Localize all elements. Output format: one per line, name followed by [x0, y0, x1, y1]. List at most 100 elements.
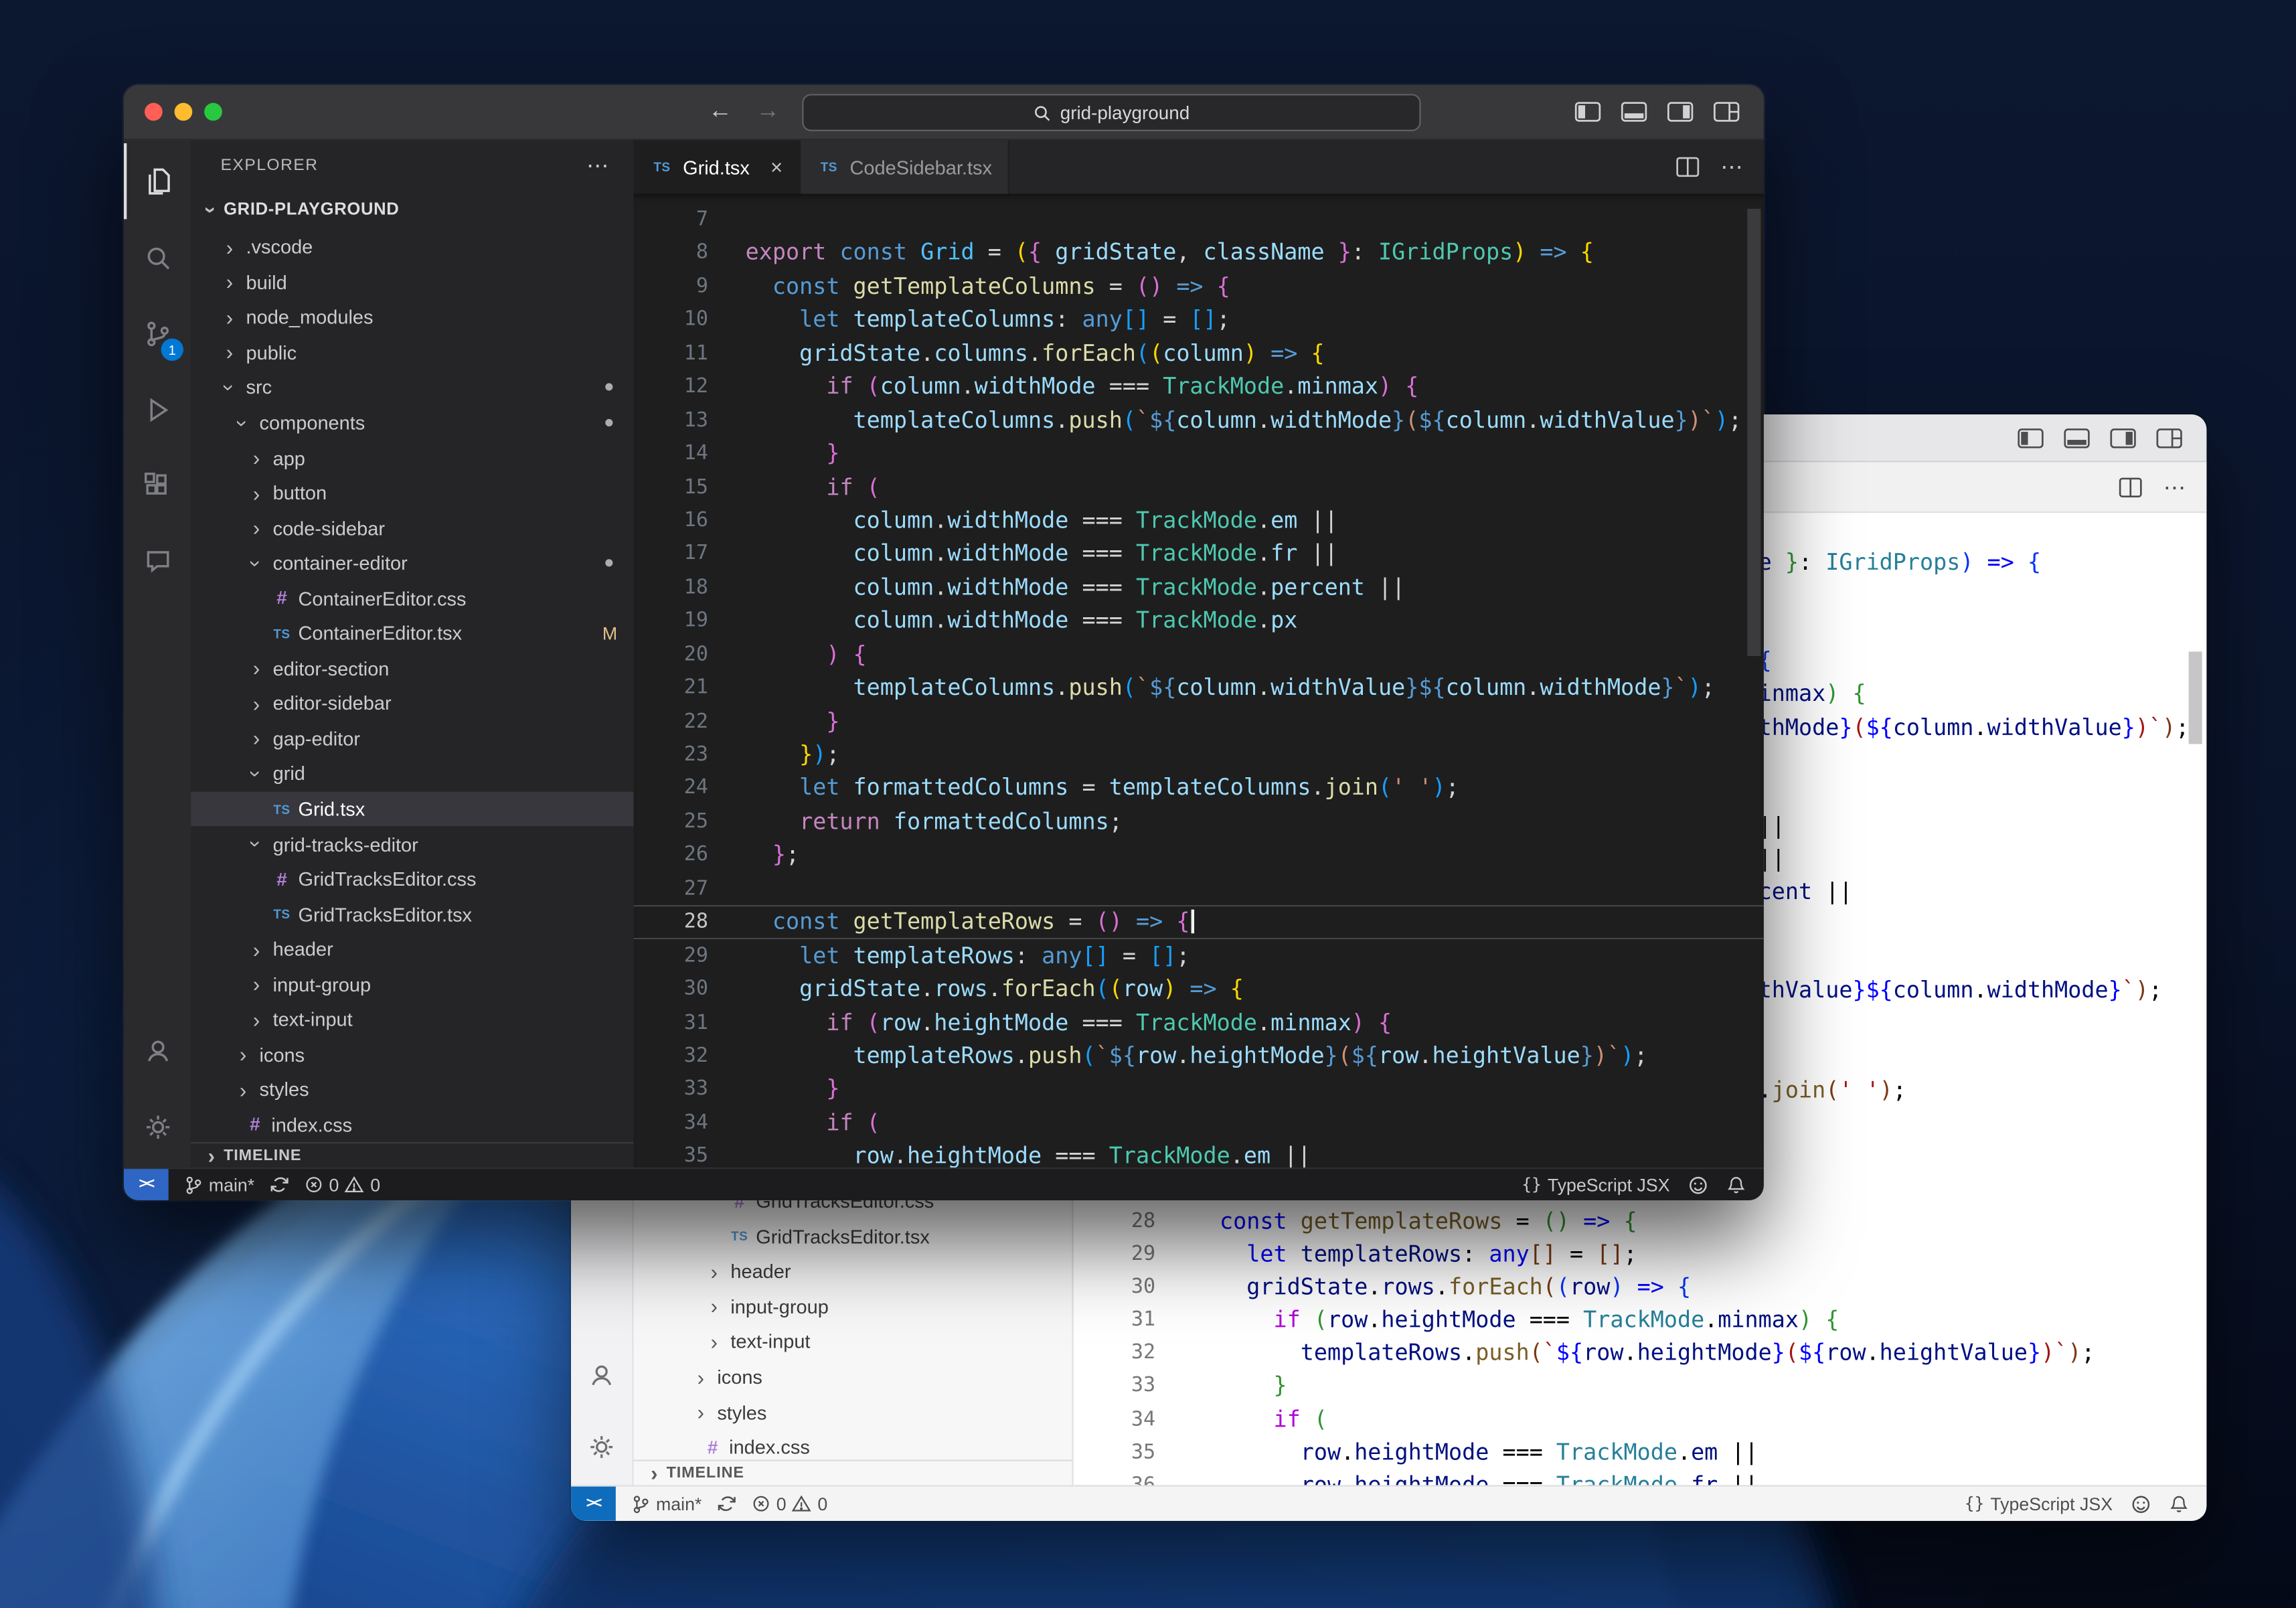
more-actions-icon[interactable]: ⋯	[1720, 153, 1742, 181]
tree-item-src[interactable]: › src	[191, 370, 633, 405]
layout-sidebar-right-icon[interactable]	[1667, 101, 1694, 122]
tree-item-GridTracksEditor.css[interactable]: # GridTracksEditor.css	[191, 862, 633, 896]
tree-item-public[interactable]: › public	[191, 335, 633, 370]
tree-item-input-group[interactable]: › input-group	[191, 967, 633, 1001]
code-line-10[interactable]: 10 let templateColumns: any[] = [];	[634, 303, 1764, 337]
code-line-7[interactable]: 7	[634, 203, 1764, 236]
tree-item-styles[interactable]: › styles	[634, 1394, 1072, 1429]
code-line-24[interactable]: 24 let formattedColumns = templateColumn…	[634, 771, 1764, 805]
code-line-18[interactable]: 18 column.widthMode === TrackMode.percen…	[634, 571, 1764, 605]
code-line-17[interactable]: 17 column.widthMode === TrackMode.fr ||	[634, 538, 1764, 571]
settings-gear-button[interactable]	[571, 1411, 632, 1482]
zoom-window-button[interactable]	[204, 102, 222, 121]
tree-item-grid[interactable]: › grid	[191, 756, 633, 791]
tree-item-ContainerEditor.tsx[interactable]: TS ContainerEditor.tsx M	[191, 616, 633, 651]
code-line-23[interactable]: 23 });	[634, 738, 1764, 771]
tree-item-code-sidebar[interactable]: › code-sidebar	[191, 511, 633, 546]
code-line-25[interactable]: 25 return formattedColumns;	[634, 805, 1764, 838]
code-line-12[interactable]: 12 if (column.widthMode === TrackMode.mi…	[634, 370, 1764, 404]
code-line-28[interactable]: 28 const getTemplateRows = () => {	[1074, 1205, 2207, 1238]
layout-sidebar-left-icon[interactable]	[1574, 101, 1601, 122]
close-window-button[interactable]	[145, 102, 163, 121]
tree-item-index.css[interactable]: # index.css	[191, 1107, 633, 1142]
navigate-forward-button[interactable]: →	[756, 98, 780, 125]
more-actions-icon[interactable]: ⋯	[2163, 473, 2186, 500]
tree-item-app[interactable]: › app	[191, 440, 633, 475]
code-line-35[interactable]: 35 row.heightMode === TrackMode.em ||	[634, 1139, 1764, 1168]
code-line-32[interactable]: 32 templateRows.push(`${row.heightMode}(…	[634, 1039, 1764, 1072]
editor-scrollbar[interactable]	[2188, 651, 2202, 744]
code-line-32[interactable]: 32 templateRows.push(`${row.heightMode}(…	[1074, 1336, 2207, 1369]
code-line-35[interactable]: 35 row.heightMode === TrackMode.em ||	[1074, 1435, 2207, 1468]
search-activity-button[interactable]	[124, 219, 191, 295]
notifications-bell-icon[interactable]	[1726, 1174, 1746, 1195]
explorer-more-actions-icon[interactable]: ⋯	[586, 152, 610, 179]
settings-gear-button[interactable]	[124, 1089, 191, 1165]
layout-sidebar-left-icon[interactable]	[2017, 427, 2044, 448]
feedback-smiley-icon[interactable]	[2131, 1494, 2151, 1514]
code-line-30[interactable]: 30 gridState.rows.forEach((row) => {	[1074, 1271, 2207, 1303]
tree-item-button[interactable]: › button	[191, 475, 633, 510]
code-line-13[interactable]: 13 templateColumns.push(`${column.widthM…	[634, 404, 1764, 437]
code-line-33[interactable]: 33 }	[1074, 1370, 2207, 1402]
layout-panel-icon[interactable]	[1621, 101, 1647, 122]
timeline-section[interactable]: › TIMELINE	[191, 1142, 634, 1168]
timeline-section[interactable]: › TIMELINE	[633, 1459, 1072, 1485]
code-line-9[interactable]: 9 const getTemplateColumns = () => {	[634, 270, 1764, 303]
code-line-29[interactable]: 29 let templateRows: any[] = [];	[634, 939, 1764, 972]
code-line-28[interactable]: 28 const getTemplateRows = () => {	[634, 905, 1764, 939]
tree-item-grid-tracks-editor[interactable]: › grid-tracks-editor	[191, 827, 633, 862]
branch-status[interactable]: main*	[631, 1494, 702, 1514]
account-button[interactable]	[124, 1012, 191, 1089]
close-tab-icon[interactable]: ×	[770, 155, 783, 179]
code-line-31[interactable]: 31 if (row.heightMode === TrackMode.minm…	[1074, 1303, 2207, 1336]
code-line-22[interactable]: 22 }	[634, 705, 1764, 738]
split-editor-icon[interactable]	[1675, 157, 1700, 177]
code-line-33[interactable]: 33 }	[634, 1072, 1764, 1106]
layout-sidebar-right-icon[interactable]	[2110, 427, 2137, 448]
tree-item-editor-section[interactable]: › editor-section	[191, 651, 633, 686]
command-center-search[interactable]: grid-playground	[802, 94, 1421, 131]
layout-panel-icon[interactable]	[2064, 427, 2090, 448]
code-line-27[interactable]: 27	[634, 872, 1764, 905]
remote-indicator[interactable]: ><	[123, 1169, 169, 1200]
sync-status[interactable]	[269, 1175, 289, 1194]
tree-item-header[interactable]: › header	[191, 932, 633, 967]
remote-indicator[interactable]: ><	[571, 1486, 616, 1521]
language-mode[interactable]: {} TypeScript JSX	[1965, 1494, 2113, 1514]
tree-item-icons[interactable]: › icons	[191, 1037, 633, 1072]
problems-status[interactable]: 0 0	[751, 1494, 827, 1514]
code-line-36[interactable]: 36 row.heightMode === TrackMode.fr ||	[1074, 1468, 2207, 1485]
tree-item-Grid.tsx[interactable]: TS Grid.tsx	[191, 791, 634, 827]
code-line-20[interactable]: 20 ) {	[634, 638, 1764, 671]
problems-status[interactable]: 0 0	[304, 1174, 380, 1195]
language-mode[interactable]: {} TypeScript JSX	[1522, 1174, 1669, 1195]
navigate-back-button[interactable]: ←	[708, 98, 732, 125]
tree-item-text-input[interactable]: › text-input	[634, 1324, 1072, 1359]
code-line-26[interactable]: 26 };	[634, 838, 1764, 872]
feedback-smiley-icon[interactable]	[1688, 1174, 1708, 1195]
code-line-30[interactable]: 30 gridState.rows.forEach((row) => {	[634, 972, 1764, 1006]
code-line-21[interactable]: 21 templateColumns.push(`${column.widthV…	[634, 671, 1764, 705]
split-editor-icon[interactable]	[2119, 477, 2143, 497]
tree-item-node_modules[interactable]: › node_modules	[191, 300, 633, 335]
extensions-activity-button[interactable]	[124, 447, 191, 524]
customize-layout-icon[interactable]	[1713, 101, 1740, 122]
tree-item-icons[interactable]: › icons	[634, 1360, 1072, 1394]
tab-grid-tsx[interactable]: TS Grid.tsx ×	[633, 140, 801, 194]
explorer-activity-button[interactable]	[124, 143, 191, 220]
tree-item-container-editor[interactable]: › container-editor	[191, 546, 633, 580]
tree-item-input-group[interactable]: › input-group	[634, 1289, 1072, 1324]
code-line-14[interactable]: 14 }	[634, 437, 1764, 471]
editor-scrollbar[interactable]	[1747, 208, 1761, 656]
code-line-8[interactable]: 8 export const Grid = ({ gridState, class…	[634, 236, 1764, 270]
chat-activity-button[interactable]	[124, 524, 191, 600]
tree-item-build[interactable]: › build	[191, 264, 633, 299]
code-line-34[interactable]: 34 if (	[1074, 1402, 2207, 1435]
tree-item-header[interactable]: › header	[634, 1254, 1072, 1289]
root-folder-row[interactable]: › GRID-PLAYGROUND	[191, 191, 633, 230]
run-debug-activity-button[interactable]	[124, 372, 191, 448]
tree-item-styles[interactable]: › styles	[191, 1072, 633, 1107]
code-line-11[interactable]: 11 gridState.columns.forEach((column) =>…	[634, 337, 1764, 370]
code-line-34[interactable]: 34 if (	[634, 1106, 1764, 1139]
